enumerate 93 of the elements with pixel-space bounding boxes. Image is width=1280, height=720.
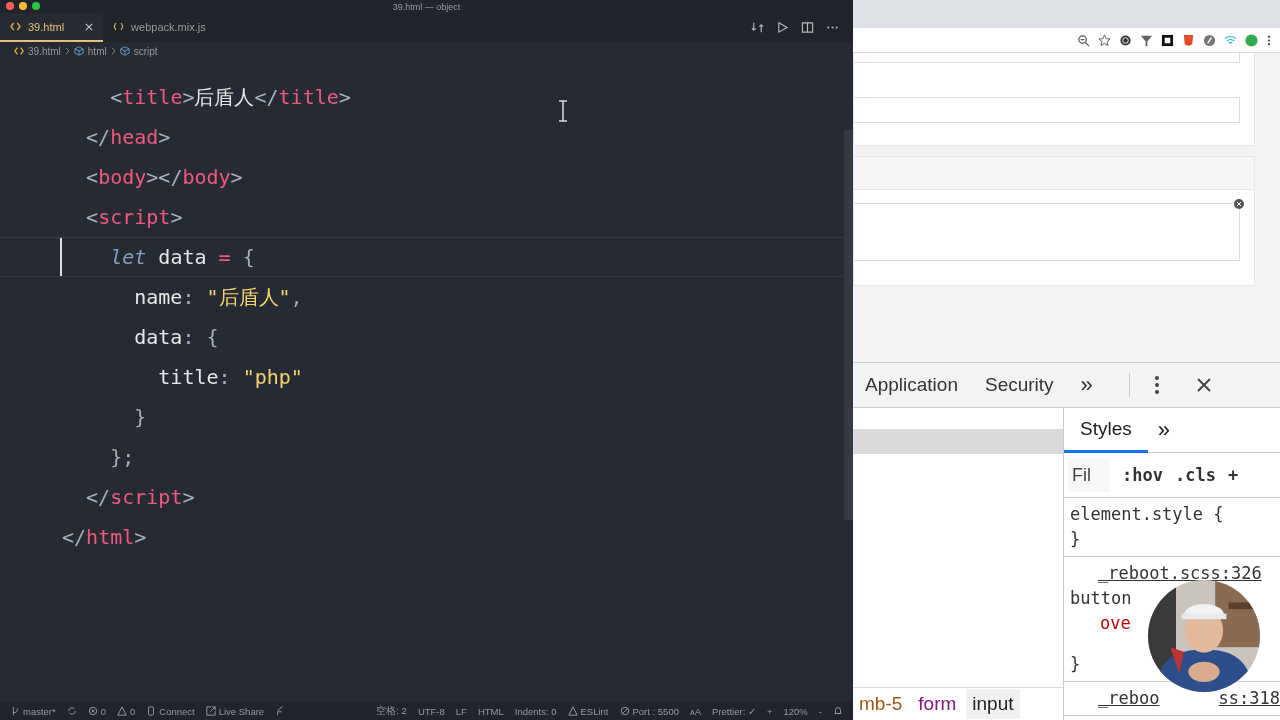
avatar-icon[interactable]: [1245, 33, 1258, 47]
code-line: };: [109, 445, 135, 469]
source-link[interactable]: ss:318: [1218, 687, 1280, 708]
bell-icon[interactable]: [833, 706, 843, 716]
css-brace: }: [1070, 528, 1081, 549]
database-icon: [146, 706, 157, 716]
star-icon[interactable]: [1098, 33, 1111, 47]
status-item[interactable]: 120%: [783, 705, 808, 717]
funnel-icon[interactable]: [1140, 33, 1153, 47]
status-item[interactable]: +: [766, 705, 773, 717]
more-tabs-button[interactable]: »: [1080, 372, 1093, 398]
filter-toggle[interactable]: +: [1227, 465, 1239, 485]
share-icon: [205, 706, 216, 716]
split-editor-icon[interactable]: [801, 21, 814, 34]
code-line: name: "后盾人",: [133, 283, 303, 311]
braces-icon: [113, 22, 125, 31]
status-item[interactable]: HTML: [477, 705, 504, 717]
devtools-tab[interactable]: Application: [865, 374, 958, 396]
source-link[interactable]: _reboo: [1098, 687, 1160, 708]
warning-icon: [117, 706, 128, 716]
code-line: data: {: [133, 325, 219, 349]
dial-icon[interactable]: [1203, 33, 1216, 47]
status-item[interactable]: Indents: 0: [514, 705, 557, 717]
port-status[interactable]: Port : 5500: [632, 705, 679, 717]
status-item[interactable]: ᴀA: [690, 705, 702, 717]
code-line: <body></body>: [85, 165, 243, 189]
code-line: </html>: [62, 525, 147, 549]
cube-icon: [119, 46, 130, 56]
css-selector: button: [1070, 587, 1132, 608]
menu-icon[interactable]: [1153, 375, 1160, 395]
breadcrumb-item[interactable]: script: [133, 45, 158, 57]
zoom-window-button[interactable]: [32, 2, 40, 10]
target-icon[interactable]: [1119, 33, 1132, 47]
text-cursor: [60, 238, 62, 276]
editor-tab[interactable]: webpack.mix.js: [103, 13, 216, 42]
breadcrumb-item[interactable]: mb-5: [853, 689, 909, 719]
connect-status[interactable]: Connect: [159, 705, 195, 717]
chevron-icon: [110, 47, 116, 55]
devtools-tab[interactable]: Security: [984, 374, 1054, 396]
chevron-icon: [64, 47, 70, 55]
more-tabs-button[interactable]: »: [1157, 417, 1170, 443]
text-cursor-icon: [558, 100, 568, 122]
status-item[interactable]: LF: [455, 705, 467, 717]
square-icon[interactable]: [1161, 33, 1174, 47]
compare-icon[interactable]: [751, 21, 764, 34]
code-brackets-icon: [10, 22, 21, 31]
code-line: title: "php": [157, 365, 303, 389]
breadcrumb-item[interactable]: 39.html: [28, 45, 61, 57]
styles-tab[interactable]: Styles: [1064, 408, 1148, 453]
css-brace: }: [1070, 653, 1081, 674]
close-window-button[interactable]: [6, 2, 14, 10]
status-item[interactable]: UTF-8: [417, 705, 445, 717]
eslint-status[interactable]: ESLint: [580, 705, 609, 717]
sync-icon[interactable]: [66, 706, 77, 716]
status-item[interactable]: -: [818, 705, 822, 717]
warning-count[interactable]: 0: [130, 705, 136, 717]
source-link[interactable]: _reboot.scss:326: [1098, 562, 1262, 583]
shield-icon[interactable]: [1182, 33, 1195, 47]
no-entry-icon: [619, 706, 630, 716]
css-selector: element.style {: [1070, 503, 1224, 524]
filter-field[interactable]: Fil: [1068, 458, 1110, 492]
scrollbar[interactable]: [844, 130, 853, 520]
zoom-icon[interactable]: [1077, 33, 1090, 47]
code-line: }: [133, 405, 147, 429]
clear-icon[interactable]: [1234, 199, 1244, 209]
filter-toggle[interactable]: :hov: [1122, 465, 1163, 485]
branch-icon: [10, 706, 20, 716]
status-item[interactable]: Prettier: ✓: [712, 705, 756, 717]
live-share-status[interactable]: Live Share: [218, 705, 265, 717]
filter-toggle[interactable]: .cls: [1174, 465, 1216, 485]
code-line: <title>后盾人</title>: [109, 83, 351, 111]
minimize-window-button[interactable]: [19, 2, 27, 10]
css-property: ove: [1099, 612, 1131, 633]
breadcrumb-item[interactable]: form: [912, 689, 963, 719]
window-title: 39.html — object: [392, 1, 461, 12]
menu-icon[interactable]: [1266, 33, 1272, 47]
code-line: let data = {: [109, 245, 255, 269]
branch-status[interactable]: master*: [23, 705, 56, 717]
breadcrumb-item[interactable]: input: [966, 689, 1020, 719]
feather-icon[interactable]: [275, 706, 286, 716]
code-line: <script>: [85, 205, 183, 229]
editor-tab[interactable]: 39.html: [0, 13, 104, 42]
error-icon: [87, 706, 98, 716]
breadcrumb-item[interactable]: html: [87, 45, 107, 57]
code-line: </head>: [85, 125, 171, 149]
close-icon[interactable]: [1195, 377, 1212, 393]
cube-icon: [73, 46, 84, 56]
run-icon[interactable]: [776, 21, 789, 34]
code-line: </script>: [85, 485, 195, 509]
warning-icon: [567, 706, 578, 716]
error-count[interactable]: 0: [100, 705, 107, 717]
status-item[interactable]: 空格: 2: [376, 704, 407, 718]
code-brackets-icon: [14, 46, 24, 56]
